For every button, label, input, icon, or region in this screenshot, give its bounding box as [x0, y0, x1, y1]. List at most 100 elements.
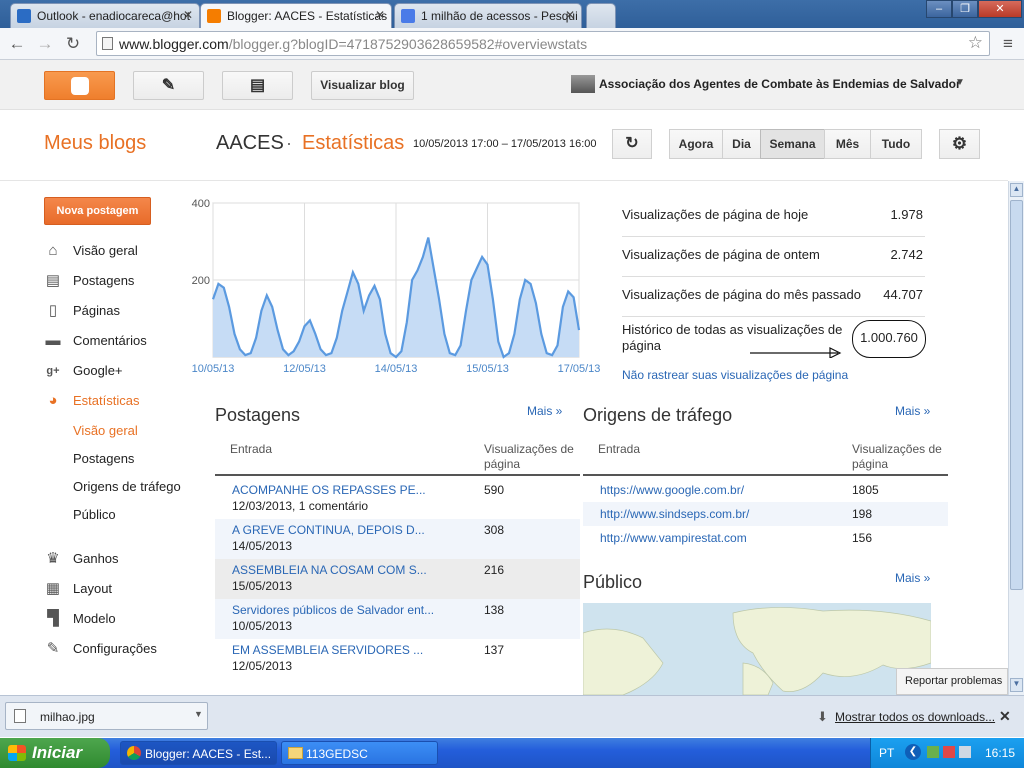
tab-google-search[interactable]: 1 milhão de acessos - Pesqui ✕: [394, 3, 582, 28]
refresh-button[interactable]: ↻: [612, 129, 652, 159]
tab-label: 1 milhão de acessos - Pesqui: [421, 9, 578, 23]
taskbar-item-chrome[interactable]: Blogger: AACES - Est...: [120, 741, 277, 765]
taskbar-item-folder[interactable]: 113GEDSC: [281, 741, 438, 765]
post-meta: 10/05/2013: [232, 619, 293, 633]
folder-icon: [288, 747, 303, 759]
my-blogs-link[interactable]: Meus blogs: [44, 132, 146, 155]
sidebar-item-posts[interactable]: ▤ Postagens: [44, 271, 135, 291]
sidebar-item-overview[interactable]: ⌂ Visão geral: [44, 241, 137, 261]
traffic-col-entry: Entrada: [598, 442, 641, 456]
close-icon[interactable]: ✕: [183, 8, 193, 22]
close-icon[interactable]: ✕: [375, 8, 385, 22]
post-link[interactable]: EM ASSEMBLEIA SERVIDORES ...: [232, 643, 452, 657]
back-icon[interactable]: ←: [6, 33, 28, 55]
sidebar-item-layout[interactable]: ▦ Layout: [44, 579, 112, 599]
stat-yesterday: Visualizações de página de ontem 2.742: [622, 247, 925, 277]
table-row: http://www.vampirestat.com 156: [583, 526, 948, 550]
y-tick-label: 400: [192, 198, 210, 210]
close-icon[interactable]: ✕: [999, 708, 1011, 725]
sidebar-item-comments[interactable]: ▬ Comentários: [44, 331, 147, 351]
sidebar-item-pages[interactable]: ▯ Páginas: [44, 301, 120, 321]
post-views: 308: [484, 523, 505, 537]
y-tick-label: 200: [192, 275, 210, 287]
stat-value: 1.978: [890, 207, 923, 222]
blog-name: AACES: [216, 132, 284, 154]
table-row: ACOMPANHE OS REPASSES PE... 12/03/2013, 1…: [215, 479, 580, 519]
traffic-link[interactable]: http://www.vampirestat.com: [600, 531, 747, 545]
sidebar-item-stats[interactable]: ◕ Estatísticas: [44, 391, 139, 411]
no-track-link[interactable]: Não rastrear suas visualizações de págin…: [622, 368, 848, 382]
close-icon[interactable]: ✕: [565, 8, 575, 22]
posts-col-entry: Entrada: [230, 442, 273, 456]
sidebar-item-label: Configurações: [73, 641, 157, 656]
sidebar-item-settings[interactable]: ✎ Configurações: [44, 639, 157, 659]
window-close-icon[interactable]: ✕: [978, 0, 1022, 18]
download-bar: milhao.jpg ▼ ⬇ Mostrar todos os download…: [0, 695, 1024, 737]
chevron-left-icon[interactable]: ❮: [905, 744, 921, 760]
task-label: Blogger: AACES - Est...: [145, 747, 272, 761]
download-item[interactable]: milhao.jpg ▼: [5, 702, 208, 730]
start-button[interactable]: Iniciar: [0, 738, 110, 768]
post-link[interactable]: ACOMPANHE OS REPASSES PE...: [232, 483, 452, 497]
tab-outlook[interactable]: Outlook - enadiocareca@hot ✕: [10, 3, 200, 28]
tray-volume-icon[interactable]: [959, 746, 971, 758]
address-bar[interactable]: www.blogger.com/blogger.g?blogID=4718752…: [96, 31, 990, 56]
post-link[interactable]: A GREVE CONTINUA, DEPOIS D...: [232, 523, 452, 537]
view-blog-button[interactable]: Visualizar blog: [311, 71, 414, 100]
avatar[interactable]: [571, 75, 595, 93]
language-indicator[interactable]: PT: [879, 746, 894, 760]
download-filename: milhao.jpg: [40, 710, 95, 724]
sidebar-sub-overview[interactable]: Visão geral: [73, 423, 138, 438]
post-views: 590: [484, 483, 505, 497]
traffic-link[interactable]: https://www.google.com.br/: [600, 483, 744, 497]
period-semana[interactable]: Semana: [760, 129, 825, 159]
tab-blogger[interactable]: Blogger: AACES - Estatísticas ✕: [200, 3, 392, 28]
traffic-link[interactable]: http://www.sindseps.com.br/: [600, 507, 749, 521]
maximize-icon[interactable]: ❐: [952, 0, 978, 18]
minimize-icon[interactable]: –: [926, 0, 952, 18]
chevron-down-icon[interactable]: ▼: [955, 77, 965, 88]
period-tudo[interactable]: Tudo: [870, 129, 922, 159]
bookmark-star-icon[interactable]: ☆: [968, 33, 983, 53]
sidebar-sub-audience[interactable]: Público: [73, 507, 116, 522]
scroll-down-icon[interactable]: ▼: [1010, 678, 1023, 692]
settings-button[interactable]: ⚙: [939, 129, 980, 159]
tray-network-icon[interactable]: [927, 746, 939, 758]
blogger-home-button[interactable]: [44, 71, 115, 100]
sidebar-item-template[interactable]: ▜ Modelo: [44, 609, 115, 629]
posts-more-link[interactable]: Mais »: [527, 404, 562, 418]
browser-toolbar: ← → ↻ www.blogger.com/blogger.g?blogID=4…: [0, 28, 1024, 60]
stat-label: Visualizações de página do mês passado: [622, 287, 861, 302]
scroll-thumb[interactable]: [1010, 200, 1023, 590]
period-agora[interactable]: Agora: [669, 129, 723, 159]
sidebar-sub-traffic[interactable]: Origens de tráfego: [73, 479, 181, 494]
scroll-up-icon[interactable]: ▲: [1010, 183, 1023, 197]
post-link[interactable]: ASSEMBLEIA NA COSAM COM S...: [232, 563, 452, 577]
audience-more-link[interactable]: Mais »: [895, 571, 930, 585]
menu-icon[interactable]: ≡: [997, 33, 1019, 55]
sidebar-item-earnings[interactable]: ♛ Ganhos: [44, 549, 118, 569]
chevron-down-icon[interactable]: ▼: [194, 709, 203, 719]
file-icon: [14, 709, 26, 723]
posts-list-button[interactable]: ▤: [222, 71, 293, 100]
forward-icon[interactable]: →: [34, 33, 56, 55]
clock[interactable]: 16:15: [985, 746, 1015, 760]
x-tick-label: 14/05/13: [375, 363, 418, 375]
page-icon: [102, 37, 113, 50]
scrollbar[interactable]: ▲ ▼: [1008, 181, 1024, 695]
tray-security-icon[interactable]: [943, 746, 955, 758]
traffic-more-link[interactable]: Mais »: [895, 404, 930, 418]
new-post-button[interactable]: Nova postagem: [44, 197, 151, 225]
sidebar-sub-posts[interactable]: Postagens: [73, 451, 134, 466]
reload-icon[interactable]: ↻: [62, 33, 84, 55]
report-problems-button[interactable]: Reportar problemas: [896, 668, 1008, 695]
period-dia[interactable]: Dia: [722, 129, 761, 159]
period-mes[interactable]: Mês: [824, 129, 871, 159]
url-path: /blogger.g?blogID=4718752903628659582#ov…: [228, 36, 588, 52]
show-all-downloads-link[interactable]: Mostrar todos os downloads...: [835, 710, 995, 724]
new-tab-button[interactable]: [586, 3, 616, 28]
edit-post-button[interactable]: ✎: [133, 71, 204, 100]
account-name[interactable]: Associação dos Agentes de Combate às End…: [599, 77, 961, 91]
post-link[interactable]: Servidores públicos de Salvador ent...: [232, 603, 452, 617]
sidebar-item-googleplus[interactable]: g+ Google+: [44, 361, 122, 381]
